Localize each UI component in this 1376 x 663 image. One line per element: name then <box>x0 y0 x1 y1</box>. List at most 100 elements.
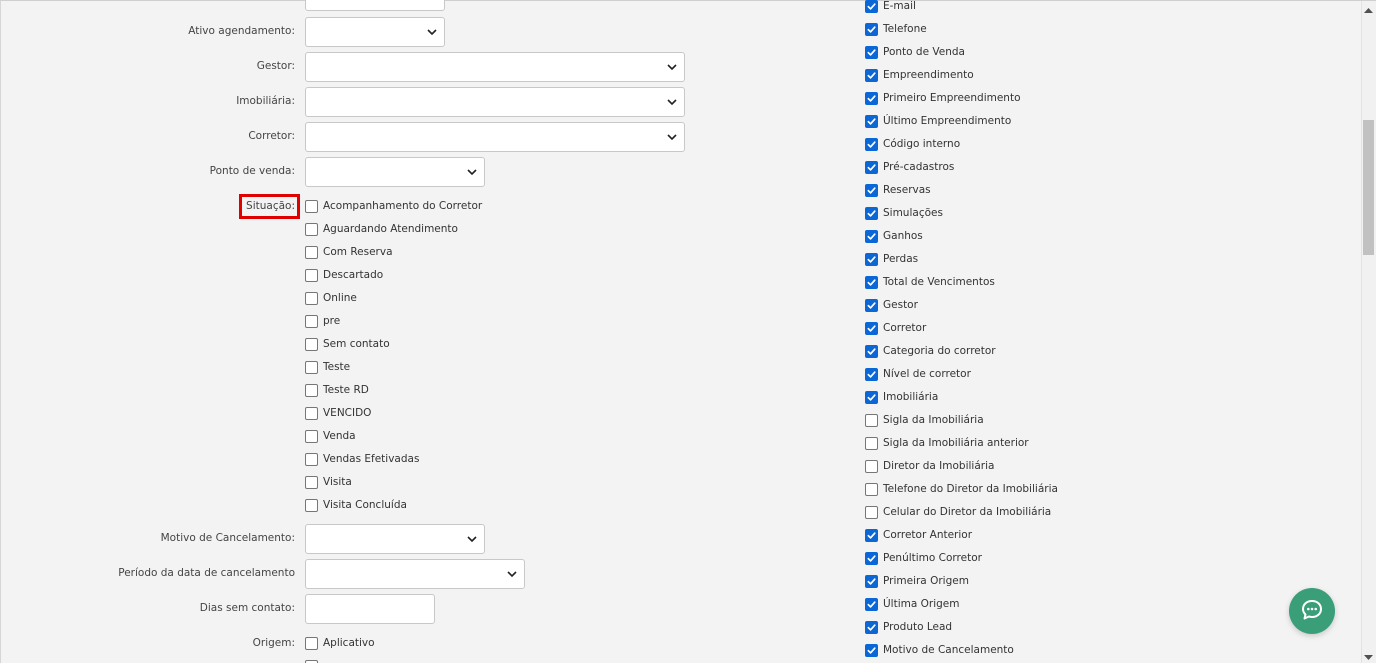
list-item[interactable]: Diretor da Imobiliária <box>865 458 994 474</box>
checkbox-checked[interactable] <box>865 252 878 266</box>
scroll-down-icon[interactable] <box>1364 652 1373 660</box>
checkbox[interactable] <box>305 360 318 374</box>
list-item[interactable]: Código interno <box>865 136 960 152</box>
checkbox[interactable] <box>305 383 318 397</box>
gestor-select[interactable] <box>305 52 685 82</box>
list-item[interactable]: Sigla da Imobiliária anterior <box>865 435 1029 451</box>
list-item[interactable]: Sem contato <box>305 336 390 352</box>
checkbox[interactable] <box>305 314 318 328</box>
list-item[interactable]: Ponto de Venda <box>865 44 965 60</box>
scroll-up-icon[interactable] <box>1364 5 1373 13</box>
list-item[interactable]: Empreendimento <box>865 67 974 83</box>
list-item[interactable]: Venda <box>305 428 356 444</box>
checkbox-checked[interactable] <box>865 160 878 174</box>
periodo-cancelamento-select[interactable] <box>305 559 525 589</box>
checkbox-checked[interactable] <box>865 68 878 82</box>
checkbox-checked[interactable] <box>865 367 878 381</box>
list-item[interactable]: Teste RD <box>305 382 369 398</box>
list-item[interactable]: Online <box>305 290 357 306</box>
list-item[interactable]: Motivo de Cancelamento <box>865 642 1014 658</box>
scrollbar-thumb[interactable] <box>1363 120 1374 255</box>
checkbox-checked[interactable] <box>865 91 878 105</box>
checkbox[interactable] <box>865 459 878 473</box>
checkbox[interactable] <box>305 291 318 305</box>
checkbox[interactable] <box>865 505 878 519</box>
checkbox-checked[interactable] <box>865 114 878 128</box>
checkbox[interactable] <box>305 659 318 663</box>
checkbox[interactable] <box>865 482 878 496</box>
list-item[interactable]: Produto Lead <box>865 619 952 635</box>
list-item[interactable]: Total de Vencimentos <box>865 274 995 290</box>
list-item[interactable]: Pré-cadastros <box>865 159 954 175</box>
checkbox[interactable] <box>305 452 318 466</box>
checkbox[interactable] <box>305 475 318 489</box>
checkbox-checked[interactable] <box>865 22 878 36</box>
list-item[interactable]: pre <box>305 313 340 329</box>
checkbox-checked[interactable] <box>865 643 878 657</box>
list-item[interactable]: Telefone do Diretor da Imobiliária <box>865 481 1058 497</box>
checkbox[interactable] <box>305 429 318 443</box>
checkbox-checked[interactable] <box>865 45 878 59</box>
list-item[interactable]: Primeira Origem <box>865 573 969 589</box>
list-item[interactable]: Última Origem <box>865 596 960 612</box>
list-item[interactable]: Teste <box>305 359 350 375</box>
list-item[interactable]: Visita <box>305 474 352 490</box>
checkbox-checked[interactable] <box>865 321 878 335</box>
list-item[interactable]: Telefone <box>865 21 927 37</box>
checkbox[interactable] <box>305 406 318 420</box>
checkbox-checked[interactable] <box>865 275 878 289</box>
checkbox-checked[interactable] <box>865 620 878 634</box>
list-item[interactable]: Acompanhamento do Corretor <box>305 198 482 214</box>
list-item[interactable]: E-mail <box>865 0 916 14</box>
list-item[interactable]: Último Empreendimento <box>865 113 1011 129</box>
checkbox-checked[interactable] <box>865 574 878 588</box>
list-item[interactable]: Ganhos <box>865 228 923 244</box>
checkbox-checked[interactable] <box>865 206 878 220</box>
list-item[interactable]: Categoria do corretor <box>865 343 996 359</box>
checkbox[interactable] <box>865 413 878 427</box>
imobiliaria-select[interactable] <box>305 87 685 117</box>
list-item[interactable]: Gestor <box>865 297 918 313</box>
dias-sem-contato-input[interactable] <box>305 594 435 624</box>
checkbox-checked[interactable] <box>865 183 878 197</box>
ativo-agendamento-select[interactable] <box>305 17 445 47</box>
checkbox-checked[interactable] <box>865 597 878 611</box>
checkbox[interactable] <box>305 268 318 282</box>
corretor-select[interactable] <box>305 122 685 152</box>
checkbox-checked[interactable] <box>865 344 878 358</box>
checkbox[interactable] <box>305 636 318 650</box>
checkbox-checked[interactable] <box>865 229 878 243</box>
checkbox[interactable] <box>865 436 878 450</box>
chat-button[interactable] <box>1289 588 1335 634</box>
checkbox-checked[interactable] <box>865 390 878 404</box>
list-item[interactable]: Simulações <box>865 205 943 221</box>
list-item[interactable]: Com Reserva <box>305 244 393 260</box>
checkbox[interactable] <box>305 199 318 213</box>
vertical-scrollbar[interactable] <box>1361 1 1376 663</box>
list-item[interactable]: Reservas <box>865 182 931 198</box>
checkbox[interactable] <box>305 337 318 351</box>
list-item[interactable]: Sigla da Imobiliária <box>865 412 984 428</box>
list-item[interactable]: Vendas Efetivadas <box>305 451 419 467</box>
list-item[interactable]: Visita Concluída <box>305 497 407 513</box>
list-item[interactable]: Aplicativo <box>305 635 375 651</box>
list-item[interactable]: Celular do Diretor da Imobiliária <box>865 504 1051 520</box>
list-item[interactable]: Perdas <box>865 251 918 267</box>
list-item[interactable]: Aguardando Atendimento <box>305 221 458 237</box>
list-item[interactable]: Nível de corretor <box>865 366 971 382</box>
checkbox[interactable] <box>305 222 318 236</box>
list-item[interactable]: Corretor Anterior <box>865 527 972 543</box>
list-item[interactable]: Imobiliária <box>865 389 938 405</box>
checkbox[interactable] <box>305 245 318 259</box>
list-item[interactable]: VENCIDO <box>305 405 371 421</box>
checkbox-checked[interactable] <box>865 0 878 13</box>
checkbox-checked[interactable] <box>865 551 878 565</box>
checkbox-checked[interactable] <box>865 298 878 312</box>
list-item[interactable]: Primeiro Empreendimento <box>865 90 1021 106</box>
checkbox-checked[interactable] <box>865 137 878 151</box>
ponto-venda-select[interactable] <box>305 157 485 187</box>
list-item[interactable]: Descartado <box>305 267 383 283</box>
list-item[interactable]: Penúltimo Corretor <box>865 550 982 566</box>
checkbox[interactable] <box>305 498 318 512</box>
checkbox-checked[interactable] <box>865 528 878 542</box>
